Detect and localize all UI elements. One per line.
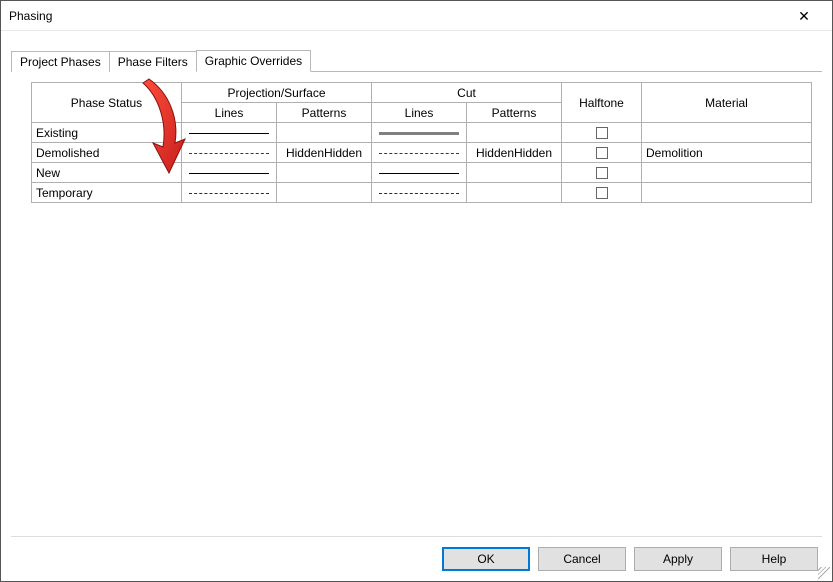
cell-proj-lines[interactable] — [182, 163, 277, 183]
cell-cut-lines[interactable] — [372, 163, 467, 183]
header-phase-status[interactable]: Phase Status — [32, 83, 182, 123]
cell-halftone[interactable] — [562, 183, 642, 203]
tabstrip: Project Phases Phase Filters Graphic Ove… — [11, 49, 822, 72]
line-style-icon — [379, 153, 459, 154]
checkbox-icon[interactable] — [596, 167, 608, 179]
separator — [11, 536, 822, 537]
header-cut-lines[interactable]: Lines — [372, 103, 467, 123]
header-halftone[interactable]: Halftone — [562, 83, 642, 123]
cell-cut-patterns[interactable] — [467, 123, 562, 143]
line-style-icon — [379, 132, 459, 135]
button-bar: OK Cancel Apply Help — [442, 547, 818, 571]
cell-proj-patterns[interactable] — [277, 123, 372, 143]
cell-material[interactable]: Demolition — [642, 143, 812, 163]
tab-content: Phase Status Projection/Surface Cut Half… — [11, 72, 822, 542]
line-style-icon — [189, 173, 269, 174]
help-button[interactable]: Help — [730, 547, 818, 571]
resize-grip-icon[interactable] — [818, 567, 830, 579]
checkbox-icon[interactable] — [596, 127, 608, 139]
cell-cut-lines[interactable] — [372, 143, 467, 163]
header-cut[interactable]: Cut — [372, 83, 562, 103]
titlebar: Phasing ✕ — [1, 1, 832, 31]
cell-phase-status[interactable]: New — [32, 163, 182, 183]
line-style-icon — [189, 133, 269, 134]
close-icon[interactable]: ✕ — [784, 1, 824, 31]
cell-proj-lines[interactable] — [182, 123, 277, 143]
checkbox-icon[interactable] — [596, 187, 608, 199]
cell-halftone[interactable] — [562, 143, 642, 163]
cell-phase-status[interactable]: Demolished — [32, 143, 182, 163]
cell-halftone[interactable] — [562, 123, 642, 143]
cell-proj-patterns[interactable] — [277, 163, 372, 183]
table-row: Demolished HiddenHidden HiddenHidden Demoli… — [32, 143, 812, 163]
cell-proj-lines[interactable] — [182, 143, 277, 163]
cell-material[interactable] — [642, 163, 812, 183]
tab-graphic-overrides[interactable]: Graphic Overrides — [196, 50, 311, 72]
header-material[interactable]: Material — [642, 83, 812, 123]
header-proj-patterns[interactable]: Patterns — [277, 103, 372, 123]
cell-material[interactable] — [642, 183, 812, 203]
line-style-icon — [189, 193, 269, 194]
overrides-table: Phase Status Projection/Surface Cut Half… — [31, 82, 812, 203]
cell-phase-status[interactable]: Existing — [32, 123, 182, 143]
window-title: Phasing — [9, 9, 52, 23]
cell-proj-patterns[interactable] — [277, 183, 372, 203]
line-style-icon — [379, 193, 459, 194]
cell-proj-lines[interactable] — [182, 183, 277, 203]
cancel-button[interactable]: Cancel — [538, 547, 626, 571]
cell-halftone[interactable] — [562, 163, 642, 183]
cell-proj-patterns[interactable]: HiddenHidden — [277, 143, 372, 163]
header-proj-lines[interactable]: Lines — [182, 103, 277, 123]
header-cut-patterns[interactable]: Patterns — [467, 103, 562, 123]
cell-cut-patterns[interactable]: HiddenHidden — [467, 143, 562, 163]
cell-material[interactable] — [642, 123, 812, 143]
apply-button[interactable]: Apply — [634, 547, 722, 571]
tab-phase-filters[interactable]: Phase Filters — [109, 51, 197, 72]
checkbox-icon[interactable] — [596, 147, 608, 159]
line-style-icon — [189, 153, 269, 154]
ok-button[interactable]: OK — [442, 547, 530, 571]
line-style-icon — [379, 173, 459, 174]
table-row: Temporary — [32, 183, 812, 203]
table-row: Existing — [32, 123, 812, 143]
cell-cut-lines[interactable] — [372, 183, 467, 203]
cell-cut-patterns[interactable] — [467, 163, 562, 183]
tab-project-phases[interactable]: Project Phases — [11, 51, 110, 72]
cell-cut-lines[interactable] — [372, 123, 467, 143]
header-projection-surface[interactable]: Projection/Surface — [182, 83, 372, 103]
cell-cut-patterns[interactable] — [467, 183, 562, 203]
cell-phase-status[interactable]: Temporary — [32, 183, 182, 203]
table-row: New — [32, 163, 812, 183]
